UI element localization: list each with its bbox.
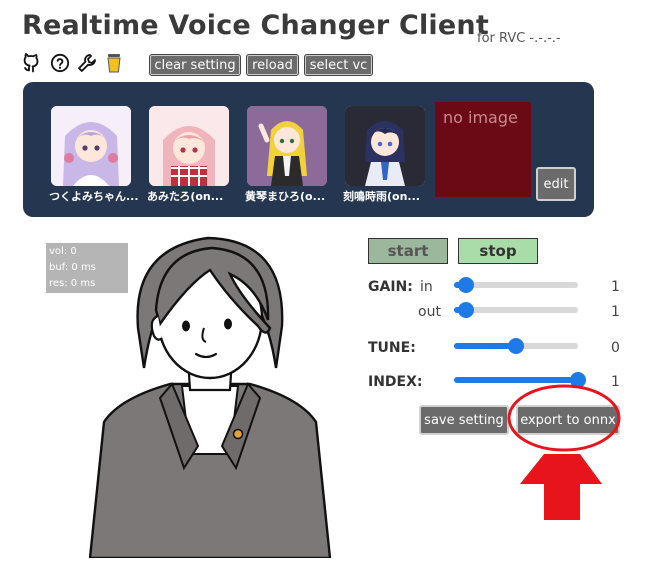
save-setting-button[interactable]: save setting: [419, 405, 509, 435]
gain-in-value: 1: [611, 279, 620, 295]
gain-label: GAIN:: [368, 279, 413, 295]
clear-setting-button[interactable]: clear setting: [149, 54, 241, 76]
model-avatar: [149, 106, 229, 186]
model-slot-1[interactable]: つくよみちゃん...: [49, 106, 139, 204]
model-avatar: [345, 106, 425, 186]
tune-slider[interactable]: [454, 338, 578, 354]
model-name: 刻鳴時雨(on...: [343, 190, 420, 203]
gain-in-label: in: [420, 279, 433, 295]
res-stat: res: 0 ms: [49, 278, 96, 289]
gain-in-slider[interactable]: [454, 277, 578, 293]
tune-value: 0: [611, 340, 620, 356]
edit-slot-button[interactable]: edit: [536, 167, 576, 201]
app-subtitle: for RVC -.-.-.-: [477, 31, 561, 46]
help-icon[interactable]: [50, 52, 70, 74]
gain-out-label: out: [418, 304, 441, 320]
audio-stats: vol: 0 buf: 0 ms res: 0 ms: [46, 243, 128, 293]
start-button[interactable]: start: [368, 238, 448, 264]
tune-label: TUNE:: [368, 340, 416, 356]
tune-fill: [454, 343, 516, 349]
github-icon[interactable]: [23, 52, 43, 74]
model-name: つくよみちゃん...: [49, 190, 139, 203]
model-slot-4[interactable]: 刻鳴時雨(on...: [343, 106, 425, 204]
coffee-icon[interactable]: [104, 52, 124, 74]
select-vc-button[interactable]: select vc: [304, 54, 373, 76]
model-name: あみたろ(on...: [147, 190, 224, 203]
model-slot-panel: つくよみちゃん... あみたろ(on... 黄琴まひろ(o... 刻鳴時雨(on…: [23, 82, 594, 217]
reload-button[interactable]: reload: [246, 54, 299, 76]
app-title: Realtime Voice Changer Client: [22, 10, 489, 41]
empty-model-slot[interactable]: no image: [435, 102, 531, 197]
buf-stat: buf: 0 ms: [49, 262, 96, 273]
index-label: INDEX:: [368, 374, 423, 390]
stop-button[interactable]: stop: [458, 238, 538, 264]
vol-stat: vol: 0: [49, 246, 77, 257]
gain-in-thumb[interactable]: [458, 277, 475, 293]
tune-thumb[interactable]: [508, 338, 524, 354]
model-slot-3[interactable]: 黄琴まひろ(o...: [245, 106, 327, 204]
model-avatar: [247, 106, 327, 186]
wrench-icon[interactable]: [77, 52, 97, 74]
annotation-highlight: [500, 380, 650, 550]
model-slot-2[interactable]: あみたろ(on...: [147, 106, 229, 204]
gain-out-value: 1: [611, 304, 620, 320]
model-name: 黄琴まひろ(o...: [245, 190, 326, 203]
gain-out-thumb[interactable]: [458, 302, 475, 318]
model-avatar: [51, 106, 131, 186]
gain-out-slider[interactable]: [454, 302, 578, 318]
header-icons: [23, 52, 124, 74]
